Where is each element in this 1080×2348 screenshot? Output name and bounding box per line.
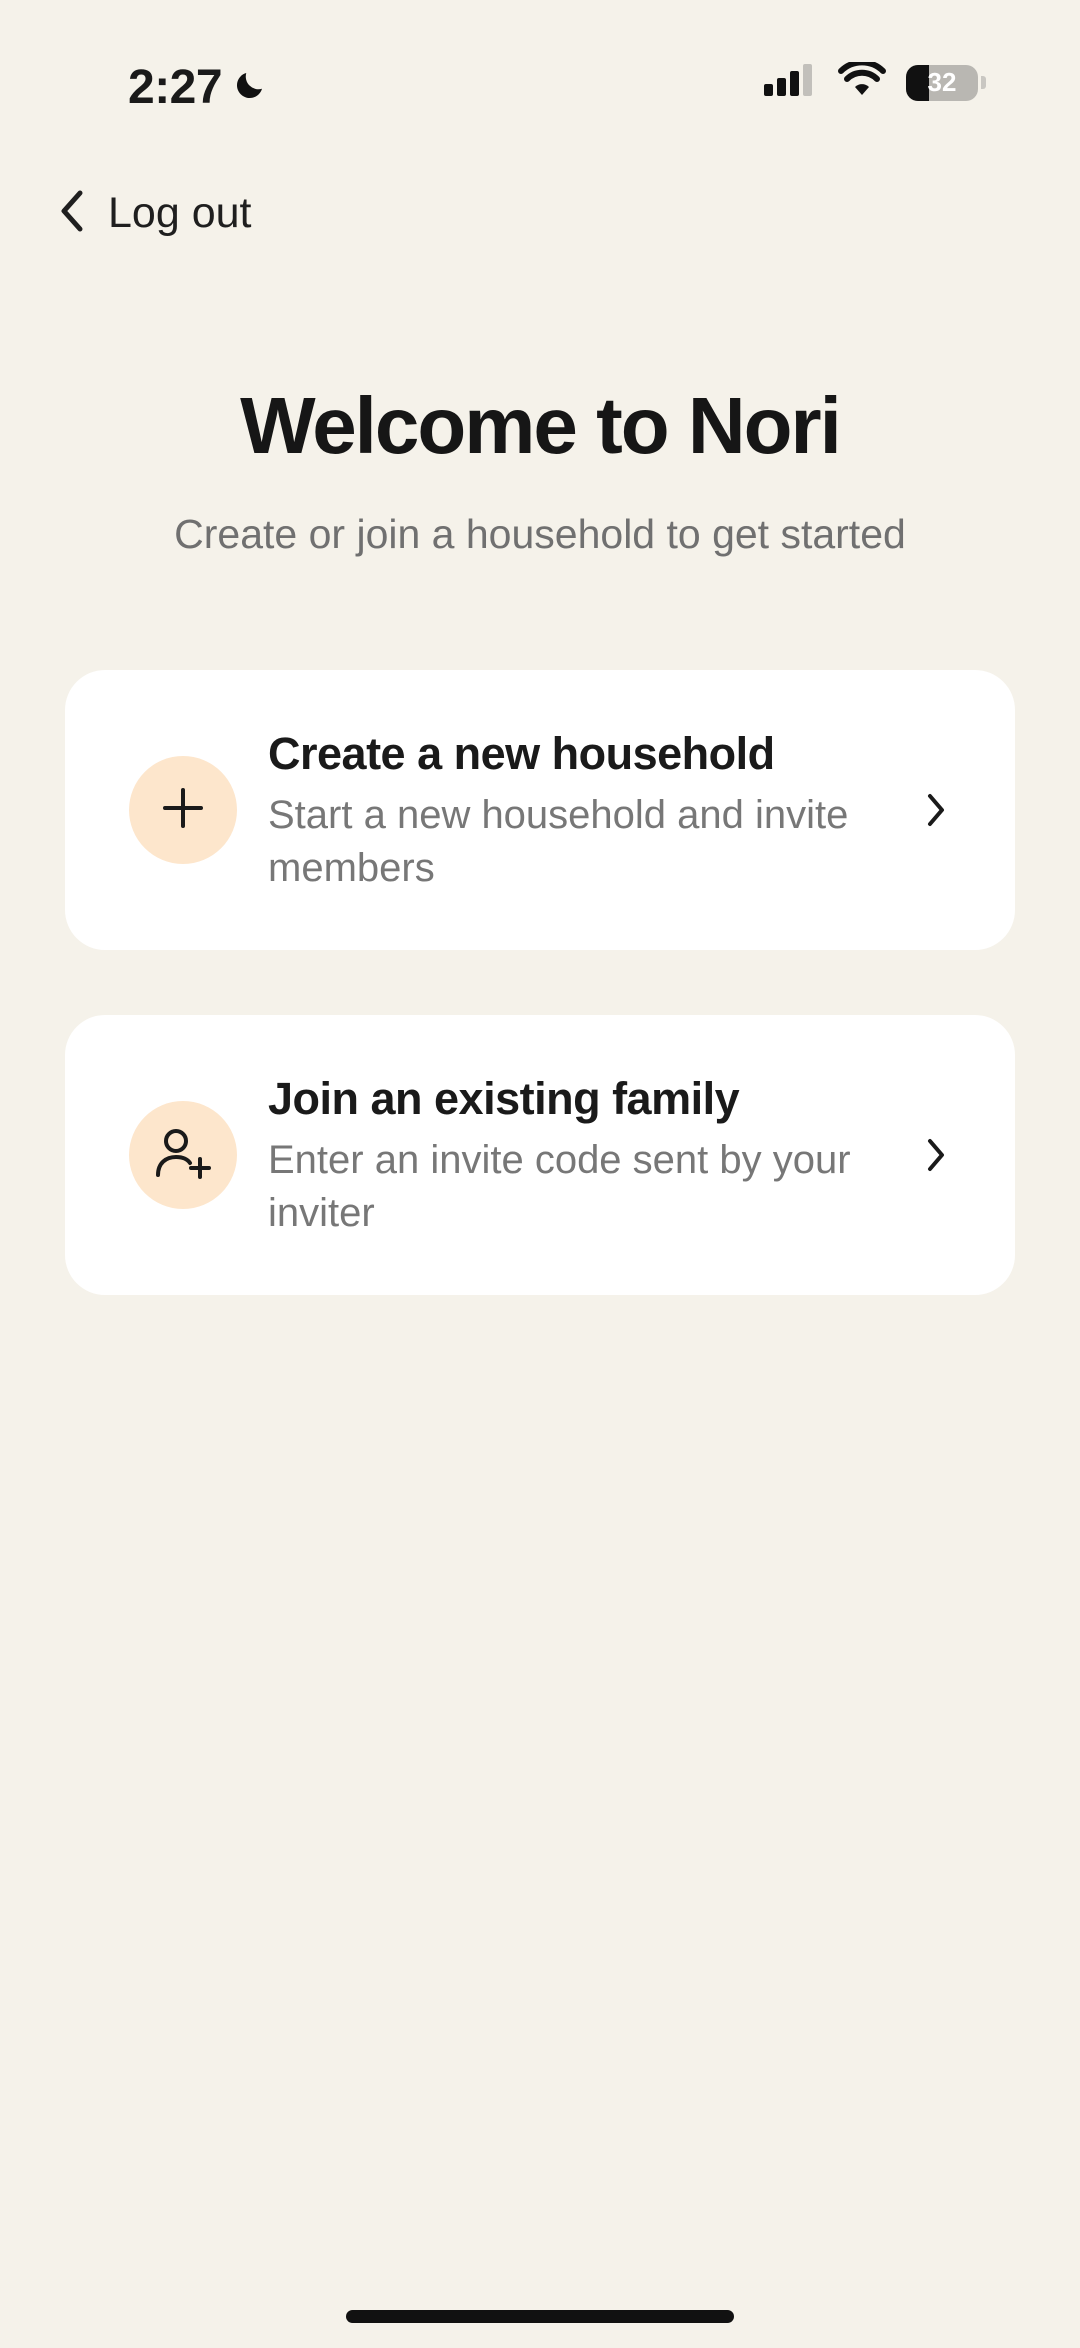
join-family-description: Enter an invite code sent by your invite…: [268, 1138, 851, 1235]
join-family-title: Join an existing family: [268, 1073, 740, 1124]
battery-cap: [981, 76, 986, 89]
join-family-card[interactable]: Join an existing family Enter an invite …: [65, 1015, 1015, 1295]
chevron-right-icon: [925, 1137, 947, 1173]
signal-icon: [764, 63, 818, 102]
battery-body: 32: [906, 64, 978, 101]
home-indicator[interactable]: [346, 2310, 734, 2323]
create-household-description: Start a new household and invite members: [268, 793, 849, 890]
create-household-icon-circle: [129, 756, 237, 864]
status-indicators: 32: [764, 59, 986, 103]
create-household-text: Create a new household Start a new house…: [268, 725, 868, 895]
status-time-label: 2:27: [128, 61, 223, 114]
wifi-icon: [838, 59, 886, 103]
log-out-label: Log out: [108, 188, 252, 237]
chevron-right-icon: [925, 792, 947, 828]
join-family-text: Join an existing family Enter an invite …: [268, 1070, 868, 1240]
user-plus-icon: [154, 1127, 212, 1184]
battery-fill: [906, 64, 930, 101]
join-family-icon-circle: [129, 1101, 237, 1209]
plus-icon: [161, 786, 205, 835]
log-out-button[interactable]: Log out: [58, 178, 251, 248]
battery-level: 32: [927, 67, 957, 97]
moon-icon: [232, 58, 268, 118]
battery-icon: 32: [906, 64, 986, 101]
create-household-card[interactable]: Create a new household Start a new house…: [65, 670, 1015, 950]
page-subtitle: Create or join a household to get starte…: [174, 511, 906, 557]
create-household-title: Create a new household: [268, 728, 775, 779]
chevron-left-icon: [58, 189, 86, 238]
status-bar: 2:27 32: [0, 0, 1080, 180]
status-time: 2:27: [128, 58, 268, 118]
page-title: Welcome to Nori: [240, 381, 842, 470]
